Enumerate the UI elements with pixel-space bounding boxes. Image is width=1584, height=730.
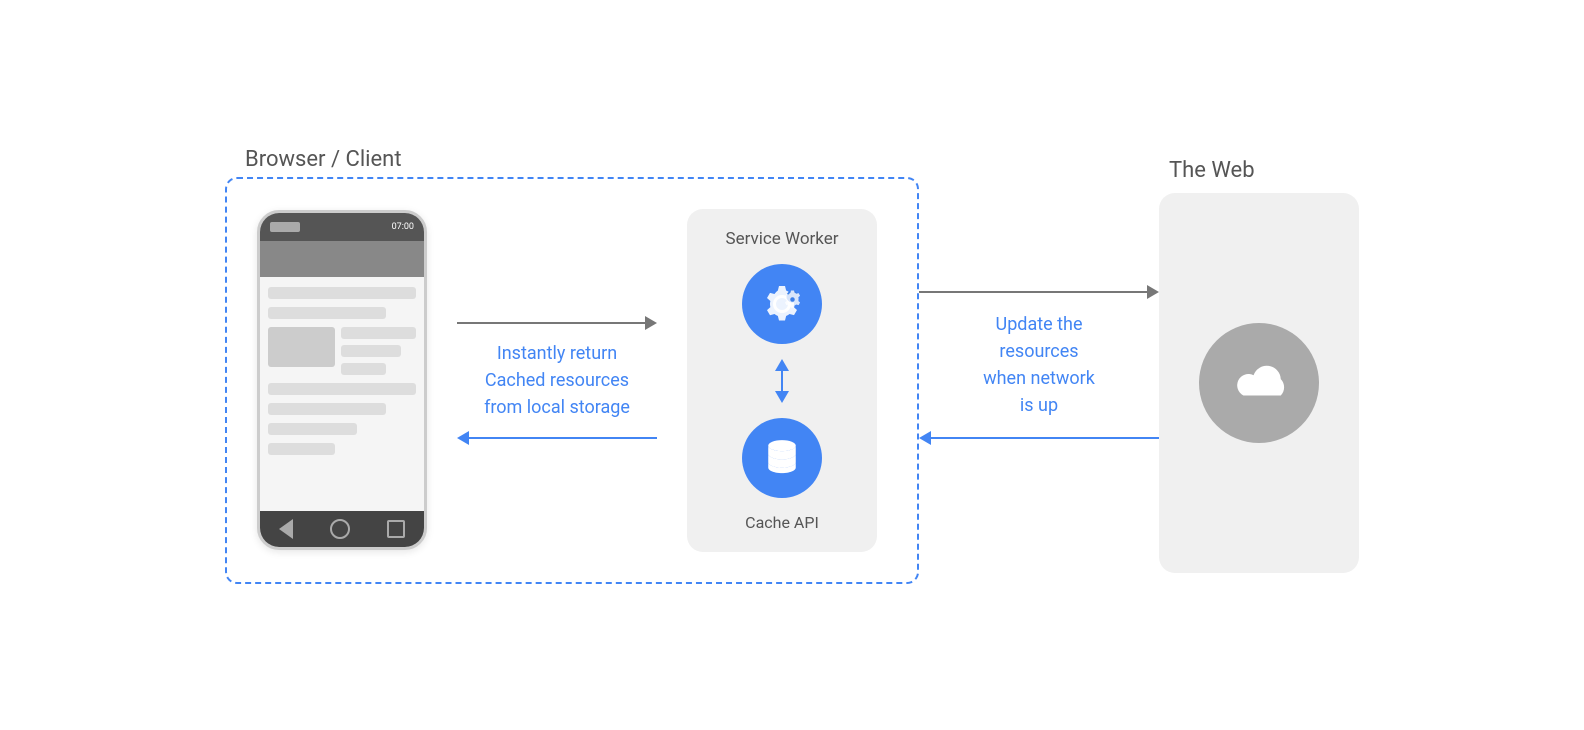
content-block-1	[268, 287, 416, 299]
web-to-sw-left-arrow	[919, 431, 1159, 445]
cache-api-label: Cache API	[745, 513, 819, 532]
is-up-text: is up	[1020, 395, 1058, 416]
gears-icon	[758, 280, 806, 328]
sw-to-web-arrows: Update the resources when network is up	[919, 285, 1159, 445]
signal-icon	[270, 222, 300, 232]
content-image-placeholder	[268, 327, 335, 367]
web-box	[1159, 193, 1359, 573]
right-arrow-line	[457, 322, 645, 324]
browser-client-label: Browser / Client	[245, 147, 402, 172]
v-arrow-down	[775, 391, 789, 403]
content-block-2	[268, 307, 386, 319]
database-icon	[760, 436, 804, 480]
content-line-2	[341, 345, 401, 357]
left-arrow	[457, 431, 657, 445]
service-worker-box: Service Worker	[687, 209, 877, 552]
right-arrow	[457, 316, 657, 330]
gears-circle	[742, 264, 822, 344]
v-arrow-up	[775, 359, 789, 371]
home-button-icon	[330, 519, 350, 539]
recents-button-icon	[387, 520, 405, 538]
sw-to-web-line	[919, 291, 1147, 293]
when-network-text: when network	[983, 368, 1095, 389]
diagram-container: Browser / Client 07:00	[42, 25, 1542, 705]
the-web-label: The Web	[1169, 158, 1255, 183]
cache-circle	[742, 418, 822, 498]
cloud-circle	[1199, 323, 1319, 443]
web-to-sw-head	[919, 431, 931, 445]
web-to-sw-line	[931, 437, 1159, 439]
sw-to-web-head	[1147, 285, 1159, 299]
from-local-storage-text: from local storage	[484, 397, 630, 418]
phone-toolbar	[260, 241, 424, 277]
dashed-boundary: 07:00	[225, 177, 919, 584]
left-arrow-line	[469, 437, 657, 439]
back-button-icon	[279, 519, 293, 539]
instantly-return-text: Instantly return	[497, 343, 617, 364]
resources-text: resources	[999, 341, 1078, 362]
content-row-1	[268, 327, 416, 375]
phone-time: 07:00	[392, 222, 414, 232]
cached-label: Instantly return Cached resources from l…	[484, 340, 630, 421]
phone-status-bar: 07:00	[260, 213, 424, 241]
content-block-6	[268, 443, 335, 455]
content-block-3	[268, 383, 416, 395]
phone-to-sw-arrows: Instantly return Cached resources from l…	[457, 316, 657, 445]
update-label: Update the resources when network is up	[983, 311, 1095, 419]
sw-to-web-right-arrow	[919, 285, 1159, 299]
v-arrow-line-1	[781, 371, 783, 391]
update-the-text: Update the	[996, 314, 1083, 335]
browser-client-section: Browser / Client 07:00	[225, 147, 919, 584]
cloud-icon	[1224, 358, 1294, 408]
phone-bottom-bar	[260, 511, 424, 547]
content-line-3	[341, 363, 386, 375]
content-block-5	[268, 423, 357, 435]
right-arrow-head	[645, 316, 657, 330]
content-line-1	[341, 327, 416, 339]
phone-mockup: 07:00	[257, 210, 427, 550]
service-worker-label: Service Worker	[725, 229, 838, 249]
left-arrow-head	[457, 431, 469, 445]
vertical-double-arrow	[775, 359, 789, 403]
cached-resources-text: Cached resources	[485, 370, 629, 391]
the-web-section: The Web	[1159, 158, 1359, 573]
phone-content	[260, 277, 424, 511]
content-block-4	[268, 403, 386, 415]
